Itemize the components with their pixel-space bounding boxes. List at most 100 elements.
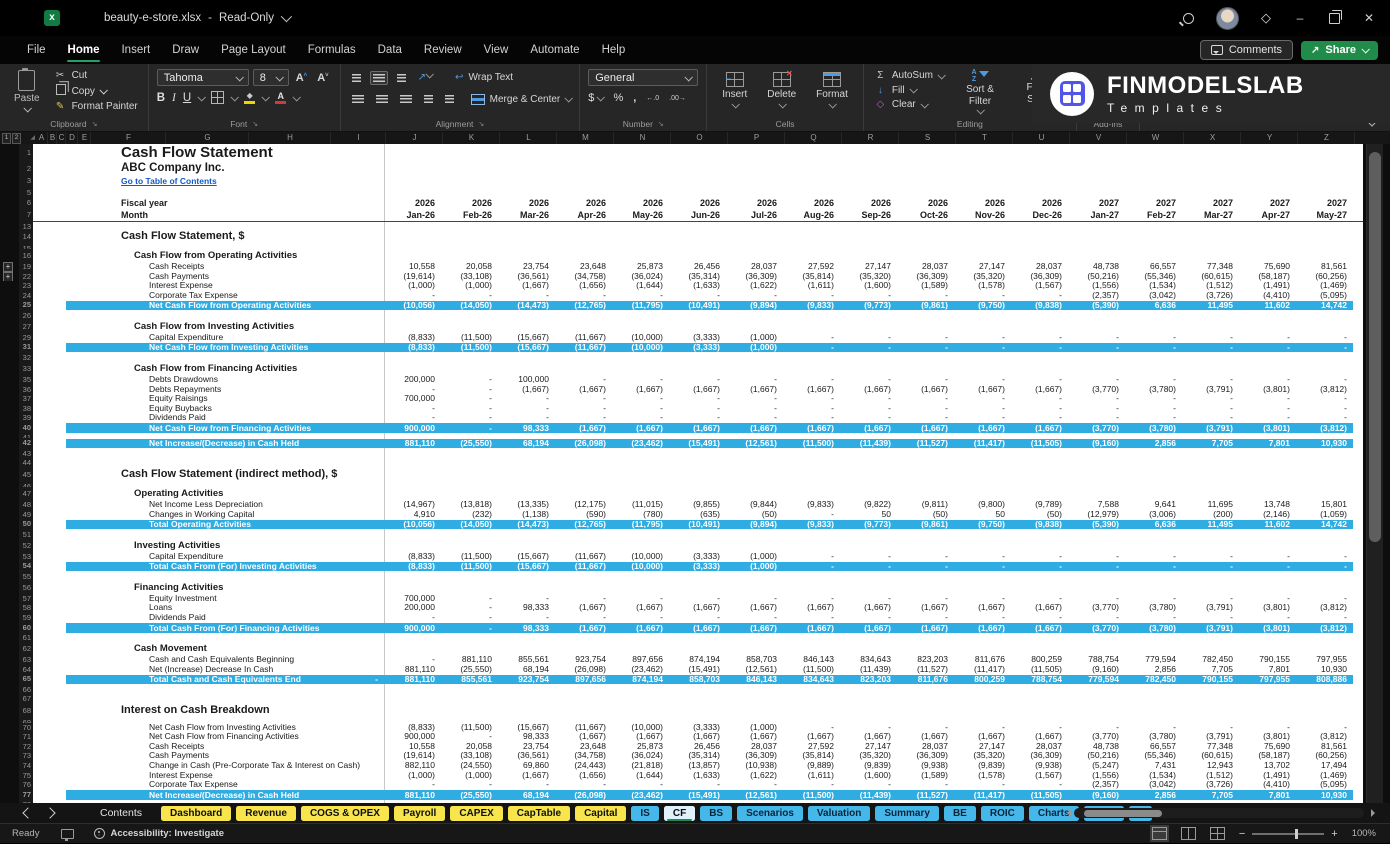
cell-U63[interactable]: 800,259 xyxy=(1011,655,1068,665)
select-all-corner[interactable]: ◢ xyxy=(21,132,35,144)
cell-X74[interactable]: 12,943 xyxy=(1182,761,1239,771)
cell-M54[interactable]: (11,667) xyxy=(555,561,612,572)
row-number-50[interactable]: 50 xyxy=(19,519,33,530)
cell-Y48[interactable]: 13,748 xyxy=(1239,500,1296,510)
cell-J65[interactable]: 881,110 xyxy=(384,674,441,685)
cell-L49[interactable]: (1,138) xyxy=(498,510,555,520)
cell-R39[interactable]: - xyxy=(840,413,897,423)
cell-S29[interactable]: - xyxy=(897,333,954,343)
row-label-1[interactable]: Cash Flow Statement xyxy=(33,144,533,162)
increase-indent-button[interactable] xyxy=(442,92,457,106)
cell-T65[interactable]: 800,259 xyxy=(954,674,1011,685)
cell-Y65[interactable]: 797,955 xyxy=(1239,674,1296,685)
cell-O57[interactable]: - xyxy=(669,594,726,604)
cell-L6[interactable]: 2026 xyxy=(498,197,555,209)
cell-Z60[interactable]: (3,812) xyxy=(1296,623,1353,634)
cell-W54[interactable]: - xyxy=(1125,561,1182,572)
cell-W77[interactable]: 2,856 xyxy=(1125,790,1182,801)
cell-M24[interactable]: - xyxy=(555,291,612,301)
cell-W40[interactable]: (3,780) xyxy=(1125,423,1182,434)
cell-P74[interactable]: (10,938) xyxy=(726,761,783,771)
format-painter-button[interactable]: ✎Format Painter xyxy=(52,100,140,113)
cell-N23[interactable]: (1,644) xyxy=(612,281,669,291)
normal-view-button[interactable] xyxy=(1152,827,1167,840)
cell-U22[interactable]: (36,309) xyxy=(1011,272,1068,282)
cell-K57[interactable]: - xyxy=(441,594,498,604)
row-label-54[interactable]: Total Cash From (For) Investing Activiti… xyxy=(33,561,384,572)
cell-Q39[interactable]: - xyxy=(783,413,840,423)
cell-Q59[interactable]: - xyxy=(783,613,840,623)
cell-T75[interactable]: (1,578) xyxy=(954,771,1011,781)
sheet-tab-be[interactable]: BE xyxy=(944,806,976,821)
cell-O37[interactable]: - xyxy=(669,394,726,404)
cell-V58[interactable]: (3,770) xyxy=(1068,603,1125,613)
cell-N25[interactable]: (11,795) xyxy=(612,300,669,311)
cell-U54[interactable]: - xyxy=(1011,561,1068,572)
cell-O75[interactable]: (1,633) xyxy=(669,771,726,781)
cell-Z48[interactable]: 15,801 xyxy=(1296,500,1353,510)
cell-U77[interactable]: (11,505) xyxy=(1011,790,1068,801)
row-label-50[interactable]: Total Operating Activities xyxy=(33,519,384,530)
cell-O49[interactable]: (635) xyxy=(669,510,726,520)
cell-R36[interactable]: (1,667) xyxy=(840,385,897,395)
cell-X50[interactable]: 11,495 xyxy=(1182,519,1239,530)
cell-L57[interactable]: - xyxy=(498,594,555,604)
cell-Y71[interactable]: (3,801) xyxy=(1239,732,1296,742)
align-left-button[interactable] xyxy=(349,92,367,106)
cell-K35[interactable]: - xyxy=(441,375,498,385)
cell-K38[interactable]: - xyxy=(441,404,498,414)
cell-S24[interactable]: - xyxy=(897,291,954,301)
cell-K75[interactable]: (1,000) xyxy=(441,771,498,781)
cell-R74[interactable]: (9,839) xyxy=(840,761,897,771)
row-number-13[interactable]: 13 xyxy=(19,222,33,229)
cell-V7[interactable]: Jan-27 xyxy=(1068,209,1125,221)
column-header-S[interactable]: S xyxy=(899,132,956,144)
cell-P48[interactable]: (9,844) xyxy=(726,500,783,510)
font-name-select[interactable]: Tahoma xyxy=(157,69,249,86)
cell-Z7[interactable]: May-27 xyxy=(1296,209,1353,221)
row-label-16[interactable]: Cash Flow from Operating Activities xyxy=(33,249,533,262)
cell-Z35[interactable]: - xyxy=(1296,375,1353,385)
row-number-35[interactable]: 35 xyxy=(19,375,33,385)
cell-R6[interactable]: 2026 xyxy=(840,197,897,209)
sheet-tab-revenue[interactable]: Revenue xyxy=(236,806,296,821)
row-label-2[interactable]: ABC Company Inc. xyxy=(33,162,384,176)
cell-W65[interactable]: 782,450 xyxy=(1125,674,1182,685)
cell-X65[interactable]: 790,155 xyxy=(1182,674,1239,685)
cell-T38[interactable]: - xyxy=(954,404,1011,414)
cell-L65[interactable]: 923,754 xyxy=(498,674,555,685)
cell-T37[interactable]: - xyxy=(954,394,1011,404)
cell-Y31[interactable]: - xyxy=(1239,342,1296,353)
cell-T23[interactable]: (1,578) xyxy=(954,281,1011,291)
accessibility-status[interactable]: Accessibility: Investigate xyxy=(94,828,224,839)
row-number-74[interactable]: 74 xyxy=(19,761,33,771)
row-label-63[interactable]: Cash and Cash Equivalents Beginning xyxy=(33,655,384,665)
cell-S19[interactable]: 28,037 xyxy=(897,262,954,272)
cell-X31[interactable]: - xyxy=(1182,342,1239,353)
row-number-77[interactable]: 77 xyxy=(19,790,33,801)
cell-X54[interactable]: - xyxy=(1182,561,1239,572)
column-header-D[interactable]: D xyxy=(66,132,78,144)
cell-J36[interactable]: - xyxy=(384,385,441,395)
cell-X22[interactable]: (60,615) xyxy=(1182,272,1239,282)
cell-J40[interactable]: 900,000 xyxy=(384,423,441,434)
cell-Z36[interactable]: (3,812) xyxy=(1296,385,1353,395)
cell-R23[interactable]: (1,600) xyxy=(840,281,897,291)
row-label-6[interactable]: Fiscal year xyxy=(33,197,384,209)
cell-S49[interactable]: (50) xyxy=(897,510,954,520)
cell-Z50[interactable]: 14,742 xyxy=(1296,519,1353,530)
cell-P22[interactable]: (36,309) xyxy=(726,272,783,282)
cell-K60[interactable]: - xyxy=(441,623,498,634)
cell-U57[interactable]: - xyxy=(1011,594,1068,604)
cell-X76[interactable]: (3,726) xyxy=(1182,780,1239,790)
column-header-I[interactable]: I xyxy=(331,132,386,144)
cell-N71[interactable]: (1,667) xyxy=(612,732,669,742)
cell-W23[interactable]: (1,534) xyxy=(1125,281,1182,291)
merge-center-button[interactable]: Merge & Center xyxy=(471,94,572,105)
cell-V70[interactable]: - xyxy=(1068,723,1125,733)
cell-T22[interactable]: (35,320) xyxy=(954,272,1011,282)
cell-X37[interactable]: - xyxy=(1182,394,1239,404)
cell-O39[interactable]: - xyxy=(669,413,726,423)
row-number-73[interactable]: 73 xyxy=(19,751,33,761)
cell-O25[interactable]: (10,491) xyxy=(669,300,726,311)
